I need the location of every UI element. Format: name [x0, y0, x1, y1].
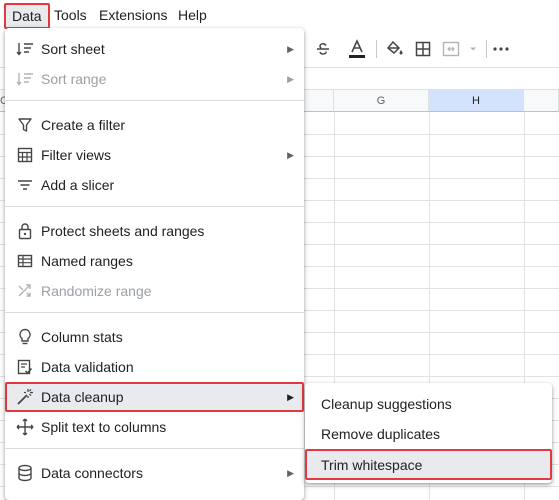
slicer-icon: [15, 175, 35, 195]
column-header-h[interactable]: H: [429, 90, 524, 112]
sort-icon: [15, 69, 35, 89]
menu-item-named-ranges[interactable]: Named ranges: [5, 246, 304, 276]
menu-help[interactable]: Help: [178, 6, 207, 24]
data-menu-dropdown: Sort sheet ▶ Sort range ▶ Create a filte…: [5, 28, 304, 500]
submenu-arrow-icon: ▶: [287, 391, 294, 402]
more-options-icon[interactable]: [490, 38, 512, 60]
menu-item-sort-sheet[interactable]: Sort sheet ▶: [5, 34, 304, 64]
menu-item-sort-range[interactable]: Sort range ▶: [5, 64, 304, 94]
toolbar-separator: [376, 40, 377, 58]
validation-icon: [15, 357, 35, 377]
menu-item-data-cleanup[interactable]: Data cleanup ▶: [5, 382, 304, 412]
submenu-arrow-icon: ▶: [287, 149, 294, 160]
lock-icon: [15, 221, 35, 241]
menu-item-split-text[interactable]: Split text to columns: [5, 412, 304, 442]
menu-item-data-validation[interactable]: Data validation: [5, 352, 304, 382]
submenu-arrow-icon: ▶: [287, 467, 294, 478]
submenu-item-cleanup-suggestions[interactable]: Cleanup suggestions: [305, 389, 552, 419]
toolbar-separator: [486, 40, 487, 58]
sort-icon: [15, 39, 35, 59]
data-cleanup-submenu: Cleanup suggestions Remove duplicates Tr…: [305, 383, 552, 483]
menu-item-column-stats[interactable]: Column stats: [5, 322, 304, 352]
submenu-item-trim-whitespace[interactable]: Trim whitespace: [305, 449, 552, 480]
submenu-arrow-icon: ▶: [287, 43, 294, 54]
strikethrough-icon[interactable]: [312, 38, 334, 60]
column-header-g[interactable]: G: [334, 90, 429, 112]
menu-item-randomize-range[interactable]: Randomize range: [5, 276, 304, 306]
menu-divider: [5, 448, 304, 449]
database-icon: [15, 463, 35, 483]
borders-icon[interactable]: [412, 38, 434, 60]
menu-divider: [5, 312, 304, 313]
merge-cells-icon[interactable]: [440, 38, 462, 60]
menu-bar: Data Tools Extensions Help: [0, 0, 559, 30]
menu-item-add-slicer[interactable]: Add a slicer: [5, 170, 304, 200]
menu-item-filter-views[interactable]: Filter views ▶: [5, 140, 304, 170]
menu-divider: [5, 206, 304, 207]
fill-color-icon[interactable]: [384, 38, 406, 60]
menu-tools[interactable]: Tools: [54, 6, 87, 24]
text-color-icon[interactable]: [346, 38, 368, 60]
shuffle-icon: [15, 281, 35, 301]
merge-dropdown-icon[interactable]: [462, 38, 484, 60]
filter-views-icon: [15, 145, 35, 165]
menu-divider: [5, 100, 304, 101]
magic-wand-icon: [15, 387, 35, 407]
menu-item-protect-sheets[interactable]: Protect sheets and ranges: [5, 216, 304, 246]
menu-item-data-connectors[interactable]: Data connectors ▶: [5, 458, 304, 488]
column-header-i[interactable]: [524, 90, 559, 112]
named-ranges-icon: [15, 251, 35, 271]
menu-item-create-filter[interactable]: Create a filter: [5, 110, 304, 140]
lightbulb-icon: [15, 327, 35, 347]
filter-icon: [15, 115, 35, 135]
submenu-item-remove-duplicates[interactable]: Remove duplicates: [305, 419, 552, 449]
submenu-arrow-icon: ▶: [287, 73, 294, 84]
menu-data[interactable]: Data: [4, 3, 50, 29]
menu-extensions[interactable]: Extensions: [99, 6, 167, 24]
split-columns-icon: [15, 417, 35, 437]
